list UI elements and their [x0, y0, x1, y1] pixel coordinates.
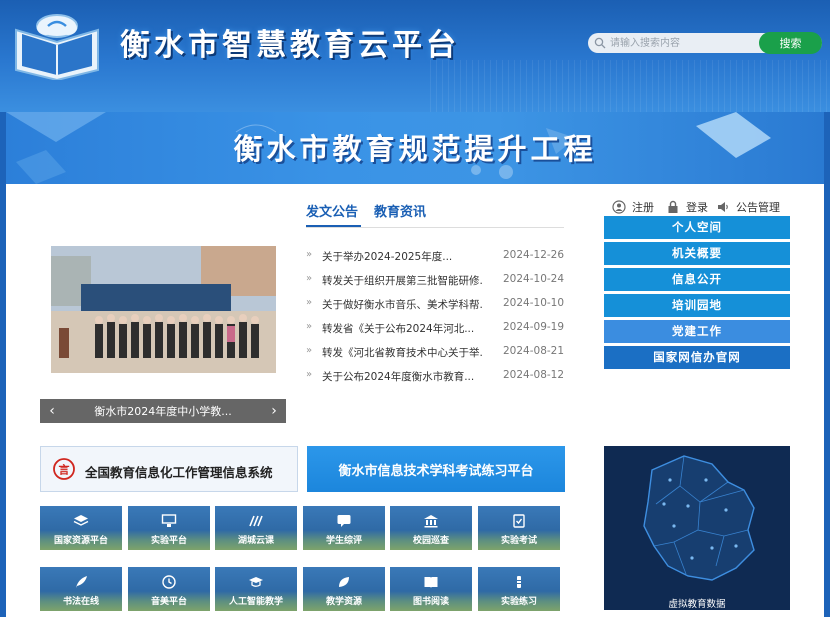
leaf-icon — [339, 577, 349, 587]
double-chevron-icon: » — [306, 273, 313, 284]
tile-experiment-exam[interactable]: 实验考试 — [478, 506, 560, 550]
region-map-icon — [643, 455, 755, 581]
chevron-right-icon[interactable]: › — [266, 402, 282, 420]
tile-music-art[interactable]: 音美平台 — [128, 567, 210, 611]
register-label[interactable]: 注册 — [632, 199, 654, 215]
tile-experiment-practice[interactable]: 实验练习 — [478, 567, 560, 611]
chat-icon — [337, 515, 351, 527]
site-title: 衡水市智慧教育云平台 — [120, 28, 460, 63]
tile-national-resources[interactable]: 国家资源平台 — [40, 506, 122, 550]
news-date: 2024-12-26 — [503, 249, 565, 261]
list-item[interactable]: » 转发省《关于公布2024年河北... 2024-09-19 — [306, 320, 566, 338]
layers-icon — [73, 515, 89, 526]
tile-calligraphy[interactable]: 书法在线 — [40, 567, 122, 611]
exam-platform-link[interactable]: 衡水市信息技术学科考试练习平台 — [307, 446, 565, 492]
search-icon — [594, 37, 606, 49]
menu-training[interactable]: 培训园地 — [604, 294, 790, 317]
graduation-cap-icon — [249, 577, 263, 587]
tile-label: 教学资源 — [325, 597, 362, 607]
feather-icon — [76, 576, 87, 588]
list-item[interactable]: » 转发《河北省教育技术中心关于举... 2024-08-21 — [306, 344, 566, 362]
tile-label: 音美平台 — [150, 597, 187, 607]
news-title[interactable]: 关于举办2024-2025年度... — [322, 249, 482, 264]
tile-label: 实验练习 — [500, 597, 537, 607]
menu-cac-website[interactable]: 国家网信办官网 — [604, 346, 790, 369]
news-date: 2024-08-12 — [503, 369, 565, 381]
flask-icon — [517, 576, 521, 588]
news-date: 2024-09-19 — [503, 321, 565, 333]
site-logo-icon[interactable] — [10, 8, 104, 80]
menu-agency-overview[interactable]: 机关概要 — [604, 242, 790, 265]
tile-book-reading[interactable]: 图书阅读 — [390, 567, 472, 611]
logo-text-icon — [249, 515, 263, 527]
checklist-icon — [513, 514, 525, 528]
map-label: 虚拟教育数据 — [668, 599, 726, 610]
header-decoration — [430, 60, 830, 112]
tile-label: 图书阅读 — [412, 597, 449, 607]
tile-label: 国家资源平台 — [53, 536, 108, 546]
news-title[interactable]: 关于公布2024年度衡水市教育... — [322, 369, 482, 384]
tile-label: 人工智能教学 — [228, 597, 283, 607]
tile-experiment-platform[interactable]: 实验平台 — [128, 506, 210, 550]
carousel-photo[interactable] — [51, 246, 276, 373]
tab-announcements[interactable]: 发文公告 — [306, 201, 358, 220]
tile-label: 书法在线 — [62, 597, 99, 607]
book-icon — [424, 577, 438, 588]
clock-icon — [162, 575, 176, 589]
tile-hucheng-cloud[interactable]: 湖城云课 — [215, 506, 297, 550]
menu-info-disclosure[interactable]: 信息公开 — [604, 268, 790, 291]
education-emblem-icon: 言 — [53, 458, 75, 480]
news-date: 2024-08-21 — [503, 345, 565, 357]
list-item[interactable]: » 关于公布2024年度衡水市教育... 2024-08-12 — [306, 368, 566, 386]
news-date: 2024-10-24 — [503, 273, 565, 285]
speaker-icon — [718, 202, 728, 212]
building-icon — [424, 515, 438, 528]
lock-icon — [668, 200, 678, 213]
virtual-education-map[interactable]: 虚拟教育数据 — [604, 446, 790, 610]
chevron-left-icon[interactable]: ‹ — [44, 402, 60, 420]
tile-ai-teaching[interactable]: 人工智能教学 — [215, 567, 297, 611]
tile-student-evaluation[interactable]: 学生综评 — [303, 506, 385, 550]
double-chevron-icon: » — [306, 297, 313, 308]
search-button[interactable]: 搜索 — [759, 32, 822, 54]
tile-label: 湖城云课 — [237, 536, 274, 546]
svg-text:言: 言 — [59, 463, 70, 477]
double-chevron-icon: » — [306, 321, 313, 332]
tile-label: 学生综评 — [325, 536, 362, 546]
monitor-icon — [161, 514, 177, 527]
news-date: 2024-10-10 — [503, 297, 565, 309]
menu-personal-space[interactable]: 个人空间 — [604, 216, 790, 239]
tile-campus-patrol[interactable]: 校园巡查 — [390, 506, 472, 550]
carousel-caption-bar: ‹ 衡水市2024年度中小学教... › — [40, 399, 286, 423]
news-title[interactable]: 关于做好衡水市音乐、美术学科帮... — [322, 297, 482, 312]
search-input[interactable] — [610, 35, 760, 51]
notice-admin-label[interactable]: 公告管理 — [736, 199, 780, 215]
list-item[interactable]: » 转发关于组织开展第三批智能研修... 2024-10-24 — [306, 272, 566, 290]
banner-title: 衡水市教育规范提升工程 — [233, 132, 597, 166]
news-title[interactable]: 转发省《关于公布2024年河北... — [322, 321, 482, 336]
list-item[interactable]: » 关于做好衡水市音乐、美术学科帮... 2024-10-10 — [306, 296, 566, 314]
double-chevron-icon: » — [306, 369, 313, 380]
tile-label: 校园巡查 — [412, 536, 449, 546]
tile-label: 实验考试 — [500, 536, 537, 546]
info-system-link[interactable]: 言 全国教育信息化工作管理信息系统 — [40, 446, 298, 492]
list-item[interactable]: » 关于举办2024-2025年度... 2024-12-26 — [306, 248, 566, 266]
news-title[interactable]: 转发关于组织开展第三批智能研修... — [322, 273, 482, 288]
double-chevron-icon: » — [306, 249, 313, 260]
carousel-caption[interactable]: 衡水市2024年度中小学教... — [70, 403, 256, 419]
tile-label: 实验平台 — [150, 536, 187, 546]
menu-party-building[interactable]: 党建工作 — [604, 320, 790, 343]
news-title[interactable]: 转发《河北省教育技术中心关于举... — [322, 345, 482, 360]
site-header: 衡水市智慧教育云平台 搜索 — [0, 0, 830, 112]
info-system-label[interactable]: 全国教育信息化工作管理信息系统 — [85, 462, 273, 481]
double-chevron-icon: » — [306, 345, 313, 356]
hero-banner: 衡水市教育规范提升工程 — [6, 112, 824, 184]
tab-education-news[interactable]: 教育资讯 — [374, 201, 426, 220]
login-label[interactable]: 登录 — [686, 199, 708, 215]
exam-platform-label[interactable]: 衡水市信息技术学科考试练习平台 — [307, 460, 565, 479]
tile-teaching-resources[interactable]: 教学资源 — [303, 567, 385, 611]
tab-divider — [306, 227, 564, 228]
user-icon — [612, 200, 626, 214]
